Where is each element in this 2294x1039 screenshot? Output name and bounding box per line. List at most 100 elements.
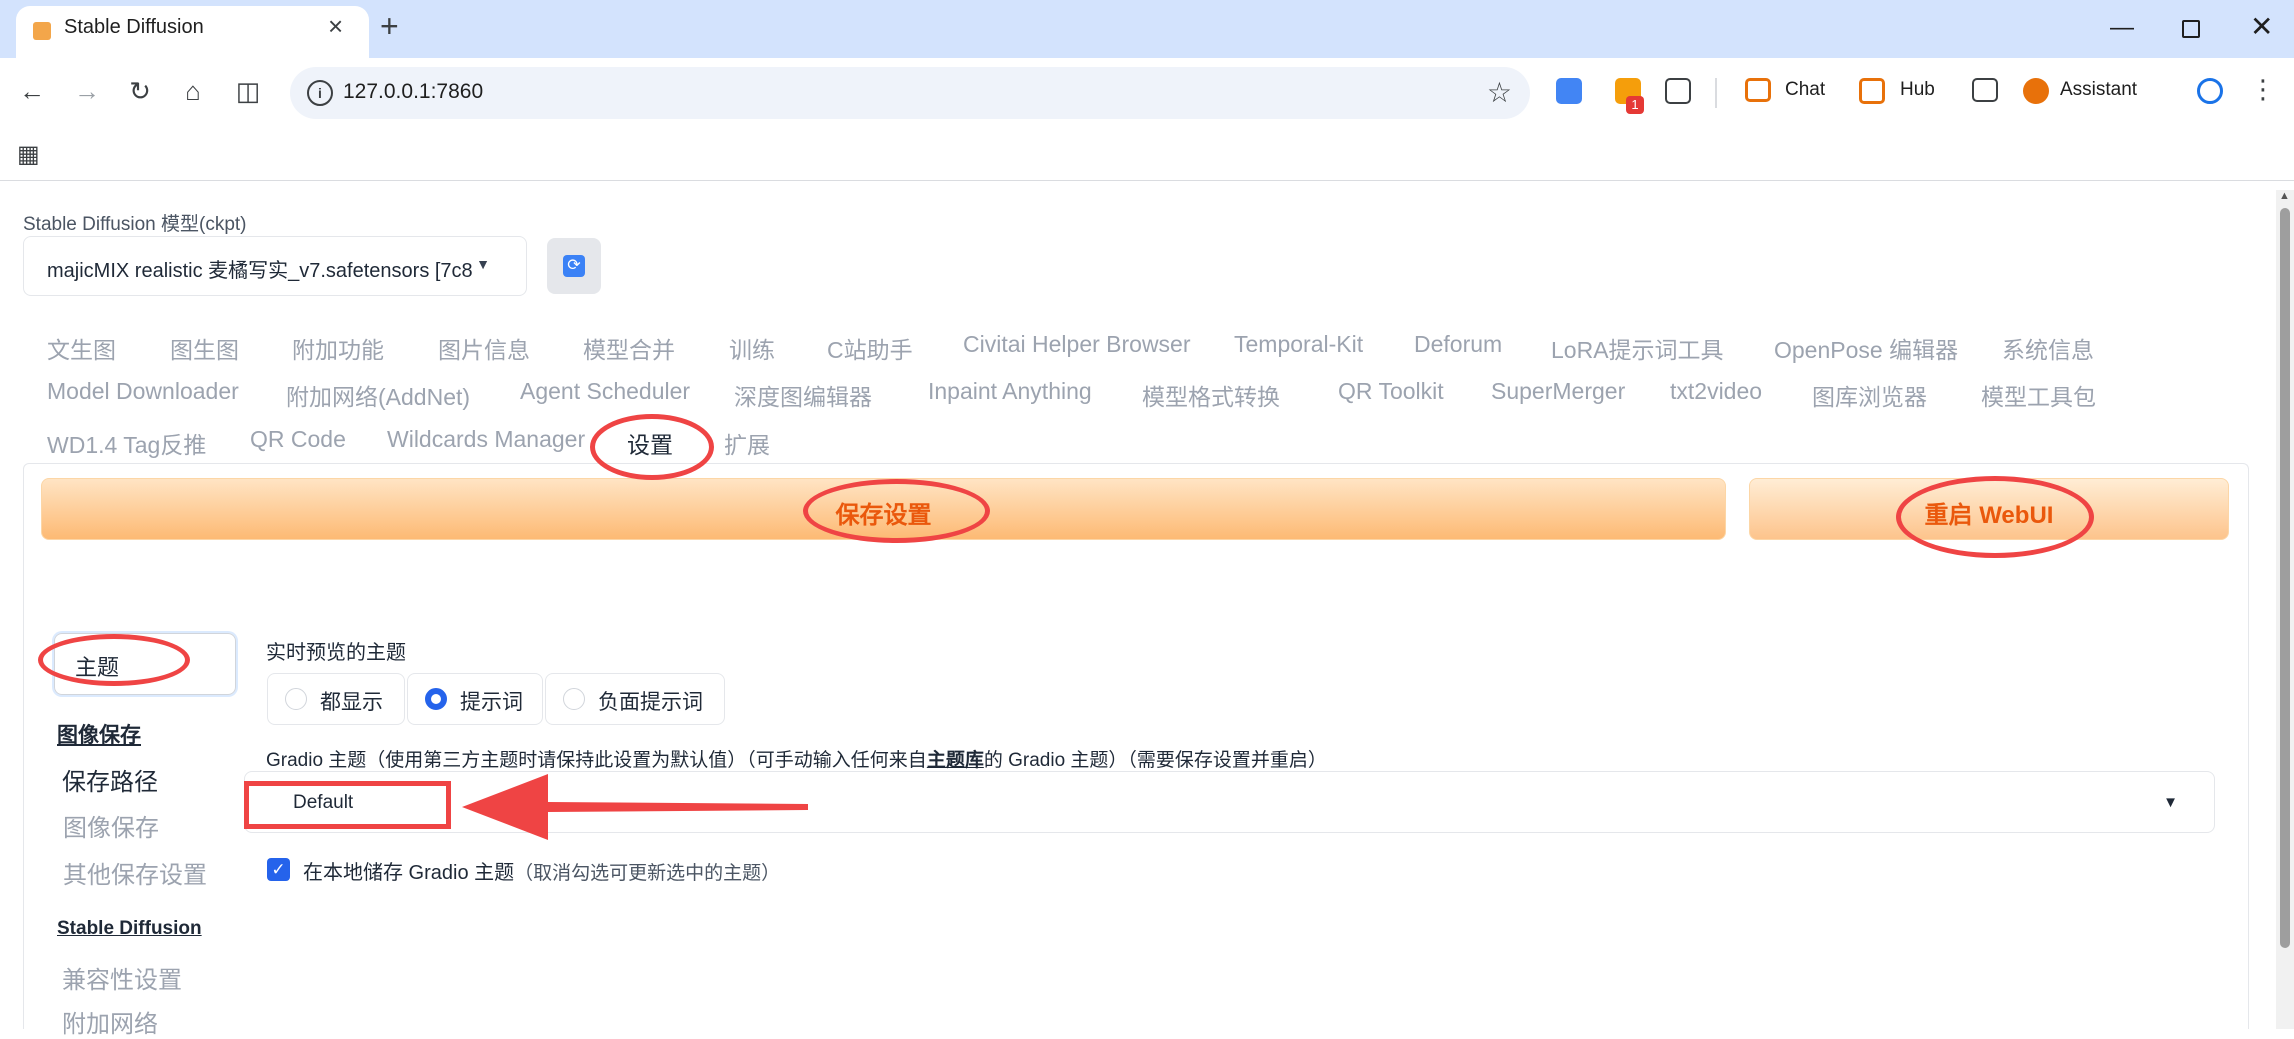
tab-civitai-browser[interactable]: Civitai Helper Browser [963, 331, 1191, 358]
tab-extensions[interactable]: 扩展 [724, 426, 770, 460]
annotation-box-default [244, 781, 451, 829]
annotation-circle-search [38, 634, 190, 686]
sidebar-item-save-paths[interactable]: 保存路径 [62, 762, 158, 797]
gradio-label-part-a: Gradio 主题（使用第三方主题时请保持此设置为默认值）（可手动输入任何来自 [266, 750, 927, 771]
tab-model-downloader[interactable]: Model Downloader [47, 378, 239, 405]
tab-close-icon[interactable]: × [328, 11, 343, 42]
tab-openpose[interactable]: OpenPose 编辑器 [1774, 331, 1958, 365]
scroll-up-icon[interactable]: ▲ [2279, 190, 2290, 202]
tab-txt2img[interactable]: 文生图 [47, 331, 116, 365]
profile-icon[interactable] [2197, 78, 2223, 104]
radio-label: 负面提示词 [598, 691, 703, 714]
radio-circle-selected [425, 688, 447, 710]
toolbar-divider [1715, 78, 1717, 108]
refresh-icon: ⟳ [563, 255, 585, 277]
bookmark-star-icon[interactable]: ☆ [1487, 76, 1512, 109]
chevron-down-icon: ▼ [476, 256, 490, 272]
radio-label: 提示词 [460, 691, 523, 714]
radio-label: 都显示 [320, 691, 383, 714]
tab-extras[interactable]: 附加功能 [292, 331, 384, 365]
sidebar-item-other-saving[interactable]: 其他保存设置 [63, 855, 207, 890]
tab-model-convert[interactable]: 模型格式转换 [1142, 378, 1280, 412]
home-icon[interactable]: ⌂ [176, 76, 210, 107]
assistant-icon[interactable] [2023, 78, 2049, 104]
browser-toolbar: ← → ↻ ⌂ ◫ i 127.0.0.1:7860 ☆ 1 Chat Hub … [0, 58, 2294, 130]
gradio-label-part-b: 的 Gradio 主题）（需要保存设置并重启） [983, 750, 1327, 771]
hub-button[interactable]: Hub [1900, 79, 1935, 101]
ckpt-label: Stable Diffusion 模型(ckpt) [23, 214, 247, 235]
checkbox-label-row: 在本地储存 Gradio 主题（取消勾选可更新选中的主题） [303, 856, 780, 885]
tab-lora-prompt[interactable]: LoRA提示词工具 [1551, 331, 1724, 365]
tab-qr-code[interactable]: QR Code [250, 426, 346, 453]
new-tab-icon[interactable]: + [380, 8, 399, 45]
tab-merge[interactable]: 模型合并 [583, 331, 675, 365]
back-icon[interactable]: ← [15, 76, 49, 107]
chat-button[interactable]: Chat [1785, 79, 1825, 101]
tab-gallery[interactable]: 图库浏览器 [1812, 378, 1927, 412]
sidebar-heading-stable-diffusion[interactable]: Stable Diffusion [57, 918, 202, 940]
scrollbar-thumb[interactable] [2280, 208, 2290, 948]
tab-addnet[interactable]: 附加网络(AddNet) [286, 378, 470, 412]
tab-png-info[interactable]: 图片信息 [438, 331, 530, 365]
checkbox-label: 在本地储存 Gradio 主题 [303, 862, 515, 884]
sidebar-item-image-saving[interactable]: 图像保存 [63, 808, 159, 843]
tab-temporal-kit[interactable]: Temporal-Kit [1234, 331, 1363, 358]
minimize-icon[interactable]: — [2110, 14, 2134, 42]
site-info-icon[interactable]: i [307, 80, 333, 106]
chat-icon[interactable] [1745, 78, 1771, 102]
tab-inpaint-anything[interactable]: Inpaint Anything [928, 378, 1092, 405]
tab-favicon-icon [33, 22, 51, 40]
split-view-icon[interactable]: ◫ [231, 76, 265, 107]
forward-icon[interactable]: → [70, 76, 104, 107]
checkbox-hint: （取消勾选可更新选中的主题） [514, 863, 781, 884]
radio-option-negative-prompt[interactable]: 负面提示词 [545, 673, 725, 725]
theme-gallery-link[interactable]: 主题库 [927, 750, 984, 771]
translate-icon[interactable] [1556, 78, 1582, 104]
annotation-circle-restart [1896, 476, 2094, 558]
bookmarks-bar: ▦ [0, 130, 2294, 181]
sidebar-item-compatibility[interactable]: 兼容性设置 [62, 960, 182, 995]
screenshot-icon[interactable] [1972, 78, 1998, 102]
tab-title: Stable Diffusion [64, 16, 204, 38]
hub-icon[interactable] [1859, 78, 1885, 104]
live-preview-theme-label: 实时预览的主题 [266, 642, 406, 664]
extension-badge: 1 [1626, 96, 1644, 114]
radio-circle [285, 688, 307, 710]
tab-civitai-helper[interactable]: C站助手 [827, 331, 913, 365]
reload-icon[interactable]: ↻ [123, 76, 157, 107]
menu-dots-icon[interactable]: ⋮ [2246, 74, 2280, 105]
radio-option-prompt[interactable]: 提示词 [407, 673, 543, 725]
ckpt-select[interactable]: majicMIX realistic 麦橘写实_v7.safetensors [… [23, 236, 527, 296]
tab-deforum[interactable]: Deforum [1414, 331, 1502, 358]
tab-qr-toolkit[interactable]: QR Toolkit [1338, 378, 1444, 405]
ckpt-value: majicMIX realistic 麦橘写实_v7.safetensors [… [47, 260, 473, 282]
tab-wildcards-manager[interactable]: Wildcards Manager [387, 426, 585, 453]
radio-option-all[interactable]: 都显示 [267, 673, 405, 725]
tab-depth-editor[interactable]: 深度图编辑器 [734, 378, 872, 412]
sidebar-heading-image-saving[interactable]: 图像保存 [57, 719, 141, 749]
tab-img2img[interactable]: 图生图 [170, 331, 239, 365]
tab-train[interactable]: 训练 [729, 331, 775, 365]
tab-system-info[interactable]: 系统信息 [2002, 331, 2094, 365]
maximize-icon[interactable] [2182, 20, 2200, 38]
tab-agent-scheduler[interactable]: Agent Scheduler [520, 378, 690, 405]
tab-txt2video[interactable]: txt2video [1670, 378, 1762, 405]
store-gradio-theme-checkbox[interactable]: ✓ [267, 858, 290, 881]
assistant-button[interactable]: Assistant [2060, 79, 2137, 101]
browser-tab[interactable]: Stable Diffusion × [16, 6, 369, 58]
address-bar[interactable]: i 127.0.0.1:7860 ☆ [290, 67, 1530, 119]
apps-grid-icon[interactable]: ▦ [17, 140, 40, 169]
close-window-icon[interactable]: ✕ [2250, 10, 2273, 43]
tab-wd14-tagger[interactable]: WD1.4 Tag反推 [47, 426, 206, 460]
url-text: 127.0.0.1:7860 [343, 80, 484, 103]
tab-supermerger[interactable]: SuperMerger [1491, 378, 1625, 405]
page-scrollbar[interactable]: ▲ [2276, 190, 2294, 1029]
tab-model-toolkit[interactable]: 模型工具包 [1981, 378, 2096, 412]
annotation-circle-settings-tab [590, 414, 714, 480]
browser-title-bar: Stable Diffusion × + — ✕ [0, 0, 2294, 58]
extensions-puzzle-icon[interactable] [1665, 78, 1691, 104]
refresh-ckpt-button[interactable]: ⟳ [547, 238, 601, 294]
sidebar-item-extra-networks[interactable]: 附加网络 [62, 1004, 158, 1039]
gradio-theme-label: Gradio 主题（使用第三方主题时请保持此设置为默认值）（可手动输入任何来自主… [266, 745, 1327, 772]
chevron-down-icon: ▼ [2163, 794, 2178, 811]
